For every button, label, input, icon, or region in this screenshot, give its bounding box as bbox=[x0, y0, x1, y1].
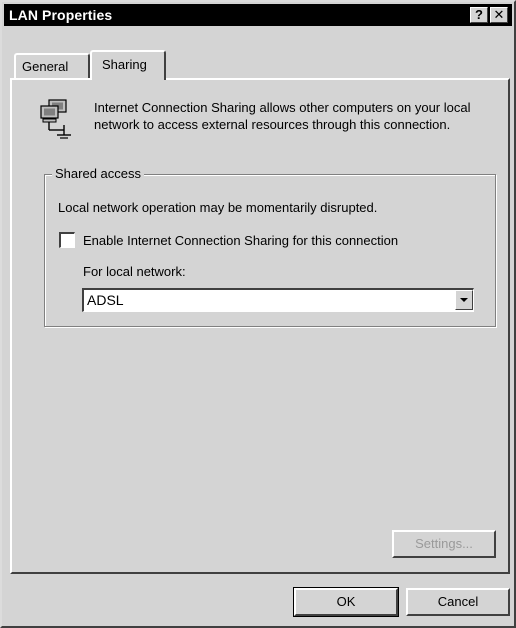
tab-sharing-label: Sharing bbox=[102, 57, 147, 72]
cancel-button[interactable]: Cancel bbox=[406, 588, 510, 616]
disruption-warning: Local network operation may be momentari… bbox=[58, 200, 378, 215]
settings-button[interactable]: Settings... bbox=[392, 530, 496, 558]
tab-general[interactable]: General bbox=[14, 53, 90, 78]
lan-properties-dialog: LAN Properties ? ✕ General Sharing Inter… bbox=[0, 0, 516, 628]
shared-access-title: Shared access bbox=[52, 166, 144, 181]
title-bar[interactable]: LAN Properties ? ✕ bbox=[4, 4, 512, 26]
enable-ics-label[interactable]: Enable Internet Connection Sharing for t… bbox=[83, 233, 398, 248]
tab-sharing[interactable]: Sharing bbox=[90, 50, 166, 80]
local-network-label: For local network: bbox=[83, 264, 186, 279]
chevron-down-icon bbox=[460, 298, 468, 302]
enable-ics-checkbox[interactable] bbox=[59, 232, 75, 248]
window-title: LAN Properties bbox=[9, 7, 113, 23]
help-button[interactable]: ? bbox=[470, 7, 488, 23]
local-network-value: ADSL bbox=[87, 292, 124, 308]
network-computers-icon bbox=[40, 99, 71, 139]
close-button[interactable]: ✕ bbox=[490, 7, 508, 23]
ok-button[interactable]: OK bbox=[293, 587, 399, 617]
tab-general-label: General bbox=[22, 59, 69, 74]
local-network-select[interactable]: ADSL bbox=[82, 288, 474, 312]
sharing-description: Internet Connection Sharing allows other… bbox=[94, 100, 471, 132]
dropdown-button[interactable] bbox=[455, 290, 473, 310]
